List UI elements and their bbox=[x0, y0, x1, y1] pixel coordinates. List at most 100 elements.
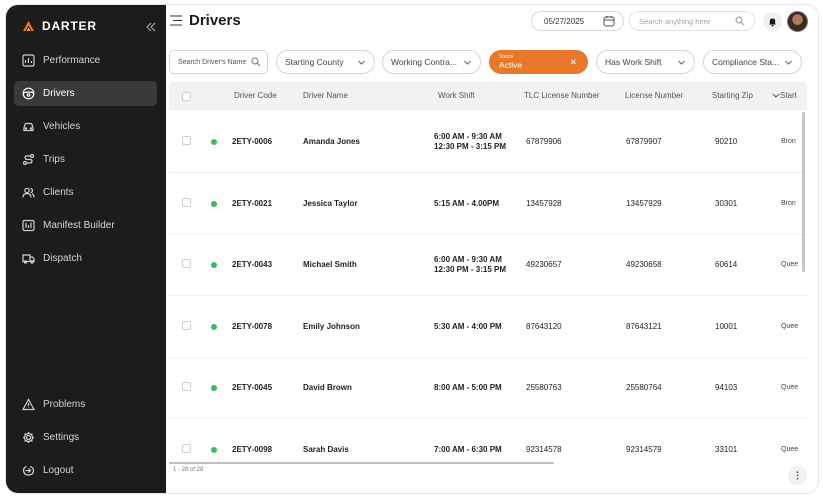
work-shift-line: 12:30 PM - 3:15 PM bbox=[434, 265, 507, 274]
driver-search-placeholder: Search Driver's Name bbox=[178, 58, 247, 66]
status-dot bbox=[211, 262, 217, 268]
license-number: 13457929 bbox=[626, 198, 662, 208]
sidebar-item-vehicles[interactable]: Vehicles bbox=[14, 114, 157, 139]
sidebar-item-trips[interactable]: Trips bbox=[14, 147, 157, 172]
sidebar-item-settings[interactable]: Settings bbox=[14, 425, 157, 450]
sidebar-item-problems[interactable]: Problems bbox=[14, 392, 157, 417]
darter-logo-icon bbox=[23, 21, 34, 31]
logout-icon bbox=[22, 464, 35, 477]
work-shift: 5:15 AM - 4.00PM bbox=[434, 199, 499, 209]
status-dot bbox=[211, 323, 217, 330]
driver-code: 2ETY-0021 bbox=[232, 198, 273, 208]
sidebar-item-drivers[interactable]: Drivers bbox=[14, 81, 157, 106]
table-row[interactable]: 2ETY-0021 Jessica Taylor 5:15 AM - 4.00PM 1… bbox=[169, 173, 807, 235]
select-all-checkbox[interactable] bbox=[182, 92, 191, 101]
sidebar-item-label: Manifest Builder bbox=[43, 220, 115, 231]
users-icon bbox=[22, 186, 35, 199]
license-number: 49230658 bbox=[626, 260, 662, 269]
driver-name[interactable]: Sarah Davis bbox=[303, 445, 349, 454]
row-checkbox[interactable] bbox=[182, 259, 191, 268]
driver-code: 2ETY-0043 bbox=[232, 260, 273, 269]
brand[interactable]: DARTER bbox=[22, 19, 97, 33]
chevron-down-icon bbox=[785, 60, 792, 65]
date-value: 05/27/2025 bbox=[544, 16, 585, 26]
starting-county: Bron bbox=[781, 138, 796, 145]
sidebar-item-dispatch[interactable]: Dispatch bbox=[14, 246, 157, 271]
starting-county: Quee bbox=[781, 384, 799, 391]
table-row[interactable]: 2ETY-0043 Michael Smith 6:00 AM - 9:30 AM 1… bbox=[169, 235, 807, 296]
status-filter-chip[interactable]: Status Active ✕ bbox=[489, 50, 588, 74]
work-shift-line: 6:00 AM - 9:30 AM bbox=[434, 255, 502, 264]
driver-name[interactable]: Jessica Taylor bbox=[303, 199, 358, 208]
column-header-tlc-license[interactable]: TLC License Number bbox=[524, 91, 600, 100]
row-checkbox[interactable] bbox=[182, 382, 191, 391]
header-bar: Drivers 05/27/2025 Search anything here bbox=[166, 5, 818, 39]
chevron-down-icon bbox=[464, 60, 471, 65]
sidebar-item-manifest-builder[interactable]: Manifest Builder bbox=[14, 213, 157, 238]
more-options-button[interactable] bbox=[788, 466, 807, 485]
clear-status-filter-icon[interactable]: ✕ bbox=[569, 57, 577, 68]
collapse-sidebar-button[interactable] bbox=[146, 20, 156, 35]
notifications-button[interactable] bbox=[763, 12, 782, 31]
driver-name[interactable]: Emily Johnson bbox=[303, 322, 360, 331]
work-shift-line: 5:30 AM - 4:00 PM bbox=[434, 321, 502, 331]
work-shift-line: 8:00 AM - 5:00 PM bbox=[434, 383, 502, 392]
global-search-input[interactable]: Search anything here bbox=[629, 11, 755, 31]
sidebar-item-label: Settings bbox=[43, 432, 80, 443]
starting-county-dropdown[interactable]: Starting County bbox=[276, 50, 375, 74]
row-checkbox[interactable] bbox=[182, 136, 191, 145]
table-header: Driver Code Driver Name Work Shift TLC L… bbox=[169, 82, 807, 110]
sidebar-item-label: Logout bbox=[43, 465, 74, 476]
steering-wheel-icon bbox=[22, 87, 35, 100]
table-row[interactable]: 2ETY-0098 Sarah Davis 7:00 AM - 6:30 PM 923… bbox=[169, 419, 807, 462]
status-dot bbox=[211, 200, 217, 207]
starting-zip: 94103 bbox=[715, 383, 738, 392]
driver-name[interactable]: Michael Smith bbox=[303, 260, 357, 269]
starting-county: Quee bbox=[781, 322, 799, 330]
sidebar-item-performance[interactable]: Performance bbox=[14, 48, 157, 73]
license-number: 87643121 bbox=[626, 321, 662, 331]
column-header-starting-county[interactable]: Start bbox=[772, 91, 797, 100]
column-header-starting-zip[interactable]: Starting Zip bbox=[712, 91, 753, 100]
work-shift: 7:00 AM - 6:30 PM bbox=[434, 445, 502, 455]
starting-zip: 60614 bbox=[715, 260, 738, 269]
sidebar-item-clients[interactable]: Clients bbox=[14, 180, 157, 205]
column-header-license-number[interactable]: License Number bbox=[625, 91, 683, 100]
tlc-license-number: 49230657 bbox=[526, 260, 562, 269]
vertical-scrollbar[interactable] bbox=[802, 112, 805, 272]
row-checkbox[interactable] bbox=[182, 443, 191, 453]
column-header-driver-name[interactable]: Driver Name bbox=[303, 91, 348, 100]
date-picker[interactable]: 05/27/2025 bbox=[531, 11, 624, 31]
manifest-icon bbox=[22, 219, 35, 232]
driver-name-search-input[interactable]: Search Driver's Name bbox=[169, 50, 268, 74]
column-header-work-shift[interactable]: Work Shift bbox=[438, 91, 475, 100]
avatar[interactable] bbox=[787, 11, 808, 32]
work-shift: 8:00 AM - 5:00 PM bbox=[434, 383, 502, 393]
bell-icon bbox=[769, 18, 776, 27]
driver-name[interactable]: Amanda Jones bbox=[303, 137, 360, 146]
table-row[interactable]: 2ETY-0045 David Brown 8:00 AM - 5:00 PM 255… bbox=[169, 358, 807, 419]
truck-icon bbox=[22, 252, 35, 265]
sidebar-item-logout[interactable]: Logout bbox=[14, 458, 157, 483]
column-header-driver-code[interactable]: Driver Code bbox=[234, 91, 277, 100]
page-title: Drivers bbox=[189, 12, 241, 29]
table-row[interactable]: 2ETY-0078 Emily Johnson 5:30 AM - 4:00 PM 8… bbox=[169, 296, 807, 358]
working-contract-dropdown[interactable]: Working Contra... bbox=[382, 50, 481, 74]
starting-county: Quee bbox=[781, 445, 799, 453]
status-dot bbox=[211, 385, 217, 391]
license-number: 92314579 bbox=[626, 444, 662, 454]
row-checkbox[interactable] bbox=[182, 197, 191, 207]
starting-county-label: Starting County bbox=[285, 57, 344, 67]
table-row[interactable]: 2ETY-0006 Amanda Jones 6:00 AM - 9:30 AM 12… bbox=[169, 112, 807, 173]
driver-name[interactable]: David Brown bbox=[303, 383, 352, 392]
menu-icon[interactable] bbox=[170, 15, 182, 26]
compliance-status-dropdown[interactable]: Compliance Sta... bbox=[703, 50, 802, 74]
driver-code: 2ETY-0006 bbox=[232, 137, 273, 146]
route-icon bbox=[22, 153, 35, 166]
work-shift-line: 12:30 PM - 3:15 PM bbox=[434, 142, 507, 151]
work-shift-line: 6:00 AM - 9:30 AM bbox=[434, 132, 502, 141]
horizontal-scrollbar[interactable] bbox=[169, 462, 554, 464]
row-checkbox[interactable] bbox=[182, 320, 191, 330]
tlc-license-number: 92314578 bbox=[526, 444, 562, 454]
has-work-shift-dropdown[interactable]: Has Work Shift bbox=[596, 50, 695, 74]
